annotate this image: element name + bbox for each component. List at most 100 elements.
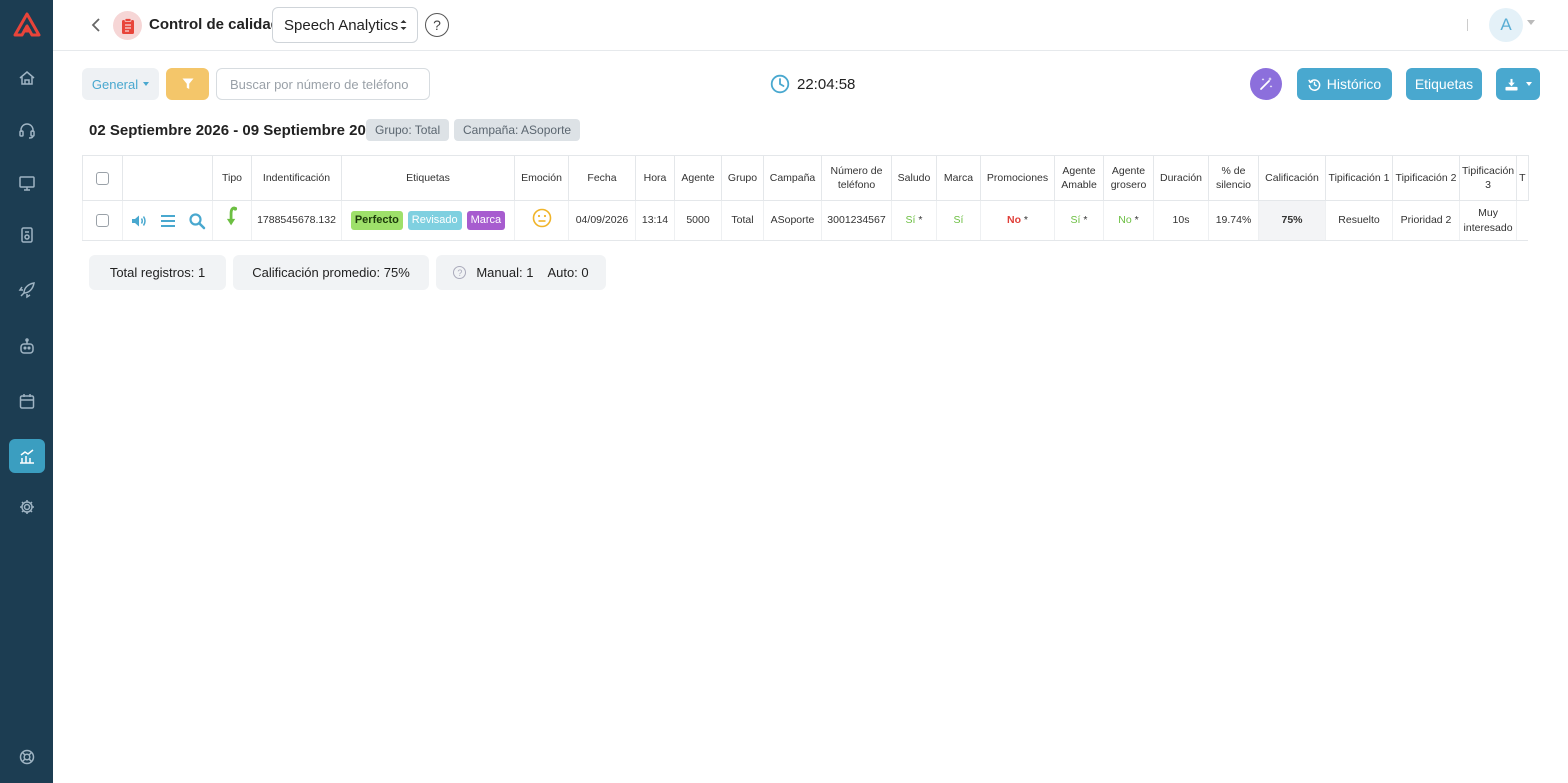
campaign-filter-chip: Campaña: ASoporte: [454, 119, 581, 141]
top-bar: Control de calidad Speech Analytics ? A: [53, 0, 1568, 51]
no-value: No: [1006, 214, 1021, 226]
tag-badge: Marca: [466, 211, 506, 230]
row-select-cell: [82, 200, 123, 241]
no-value: No: [1118, 214, 1132, 226]
chevron-down-icon[interactable]: [1527, 20, 1535, 25]
manual-mark: *: [1134, 214, 1139, 226]
col-header[interactable]: Hora: [635, 155, 675, 201]
col-header[interactable]: Tipificación 1: [1325, 155, 1393, 201]
id-cell: 1788545678.132: [251, 200, 342, 241]
caret-down-icon: [143, 82, 150, 86]
manual-count: Manual: 1: [476, 265, 534, 280]
audio-play-icon[interactable]: [130, 212, 148, 230]
calendar-icon[interactable]: [9, 384, 45, 418]
yes-value: Sí: [905, 214, 916, 226]
total-records: Total registros: 1: [89, 255, 226, 290]
group-cell: Total: [721, 200, 764, 241]
download-button[interactable]: [1496, 68, 1540, 100]
search-icon[interactable]: [188, 212, 206, 230]
agente-grosero-cell[interactable]: No *: [1103, 200, 1154, 241]
agent-cell: 5000: [674, 200, 722, 241]
module-select[interactable]: Speech Analytics: [272, 7, 418, 43]
col-header[interactable]: Duración: [1153, 155, 1209, 201]
incoming-call-icon: [226, 206, 238, 226]
col-header[interactable]: Etiquetas: [341, 155, 515, 201]
filter-icon: [182, 78, 193, 89]
download-icon: [1504, 78, 1518, 91]
select-all-checkbox[interactable]: [96, 171, 109, 185]
time-cell: 13:14: [635, 200, 675, 241]
page-title: Control de calidad: [149, 16, 280, 33]
col-header[interactable]: Número de teléfono: [821, 155, 892, 201]
lifebuoy-icon[interactable]: [9, 740, 45, 774]
back-button[interactable]: [87, 14, 105, 36]
col-header[interactable]: T: [1516, 155, 1529, 201]
col-header[interactable]: Saludo: [891, 155, 937, 201]
phone-cell: 3001234567: [821, 200, 892, 241]
help-button[interactable]: ?: [425, 13, 449, 37]
col-header[interactable]: Tipo: [212, 155, 252, 201]
headset-icon[interactable]: [9, 113, 45, 147]
clock-time: 22:04:58: [797, 75, 856, 93]
manual-mark: *: [1023, 214, 1028, 226]
actions-header: [122, 155, 213, 201]
general-dropdown-button[interactable]: General: [82, 68, 159, 100]
yes-value: Sí: [953, 214, 964, 226]
col-header[interactable]: % de silencio: [1208, 155, 1259, 201]
historico-button[interactable]: Histórico: [1297, 68, 1392, 100]
col-header[interactable]: Promociones: [980, 155, 1055, 201]
neutral-face-icon: [532, 208, 551, 228]
table-row[interactable]: 1788545678.132 Perfecto Revisado Marca 0…: [82, 200, 1529, 241]
tipificacion-1-cell: Resuelto: [1325, 200, 1393, 241]
home-icon[interactable]: [9, 61, 45, 95]
group-filter-chip: Grupo: Total: [366, 119, 450, 141]
col-header[interactable]: Agente: [674, 155, 722, 201]
col-header[interactable]: Grupo: [721, 155, 764, 201]
col-header[interactable]: Calificación: [1258, 155, 1326, 201]
filter-button[interactable]: [166, 68, 209, 100]
clock-icon: [770, 74, 790, 94]
app-logo[interactable]: [12, 10, 42, 40]
avatar[interactable]: A: [1489, 8, 1523, 42]
tag-badge: Perfecto: [350, 211, 403, 230]
duration-cell: 10s: [1153, 200, 1209, 241]
help-icon[interactable]: ?: [453, 266, 467, 279]
clock: 22:04:58: [770, 74, 855, 94]
col-header[interactable]: Agente Amable: [1054, 155, 1104, 201]
phone-search-input[interactable]: [216, 68, 430, 100]
saludo-cell[interactable]: Sí *: [891, 200, 937, 241]
clipboard-icon: [113, 11, 142, 40]
sidebar: [0, 0, 53, 783]
gear-icon[interactable]: [9, 490, 45, 524]
col-header[interactable]: Tipificación 3: [1458, 155, 1518, 201]
promociones-cell[interactable]: No *: [980, 200, 1055, 241]
call-type-cell: [212, 200, 252, 241]
col-header[interactable]: Marca: [936, 155, 981, 201]
etiquetas-label: Etiquetas: [1414, 76, 1474, 92]
tipificacion-2-cell: Prioridad 2: [1392, 200, 1460, 241]
emotion-cell: [514, 200, 569, 241]
marca-cell[interactable]: Sí: [936, 200, 981, 241]
date-range: 02 Septiembre 2026 - 09 Septiembre 2026: [89, 122, 383, 139]
monitor-icon[interactable]: [9, 166, 45, 200]
col-header[interactable]: Emoción: [514, 155, 569, 201]
magic-wand-icon: [1260, 77, 1273, 90]
database-icon[interactable]: [9, 218, 45, 252]
rocket-icon[interactable]: [9, 273, 45, 307]
manual-mark: *: [918, 214, 923, 226]
menu-list-icon[interactable]: [159, 212, 177, 230]
row-checkbox[interactable]: [96, 213, 109, 227]
robot-icon[interactable]: [9, 329, 45, 363]
manual-mark: *: [1083, 214, 1088, 226]
col-header[interactable]: Agente grosero: [1103, 155, 1154, 201]
col-header[interactable]: Fecha: [568, 155, 636, 201]
col-header[interactable]: Indentificación: [251, 155, 342, 201]
general-label: General: [91, 76, 139, 92]
etiquetas-button[interactable]: Etiquetas: [1406, 68, 1482, 100]
auto-evaluate-button[interactable]: [1250, 68, 1282, 100]
auto-count: Auto: 0: [547, 265, 589, 280]
analytics-icon[interactable]: [9, 439, 45, 473]
col-header[interactable]: Campaña: [763, 155, 822, 201]
agente-amable-cell[interactable]: Sí *: [1054, 200, 1104, 241]
col-header[interactable]: Tipificación 2: [1392, 155, 1460, 201]
